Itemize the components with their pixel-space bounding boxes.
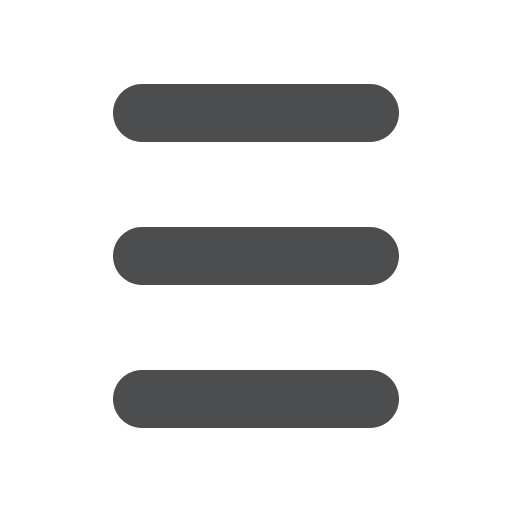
- menu-bar-middle: [113, 227, 399, 285]
- menu-button[interactable]: [0, 0, 512, 512]
- menu-bar-bottom: [113, 370, 399, 428]
- menu-bar-top: [113, 84, 399, 142]
- icon-canvas: [0, 0, 512, 512]
- hamburger-menu-icon: [113, 84, 399, 428]
